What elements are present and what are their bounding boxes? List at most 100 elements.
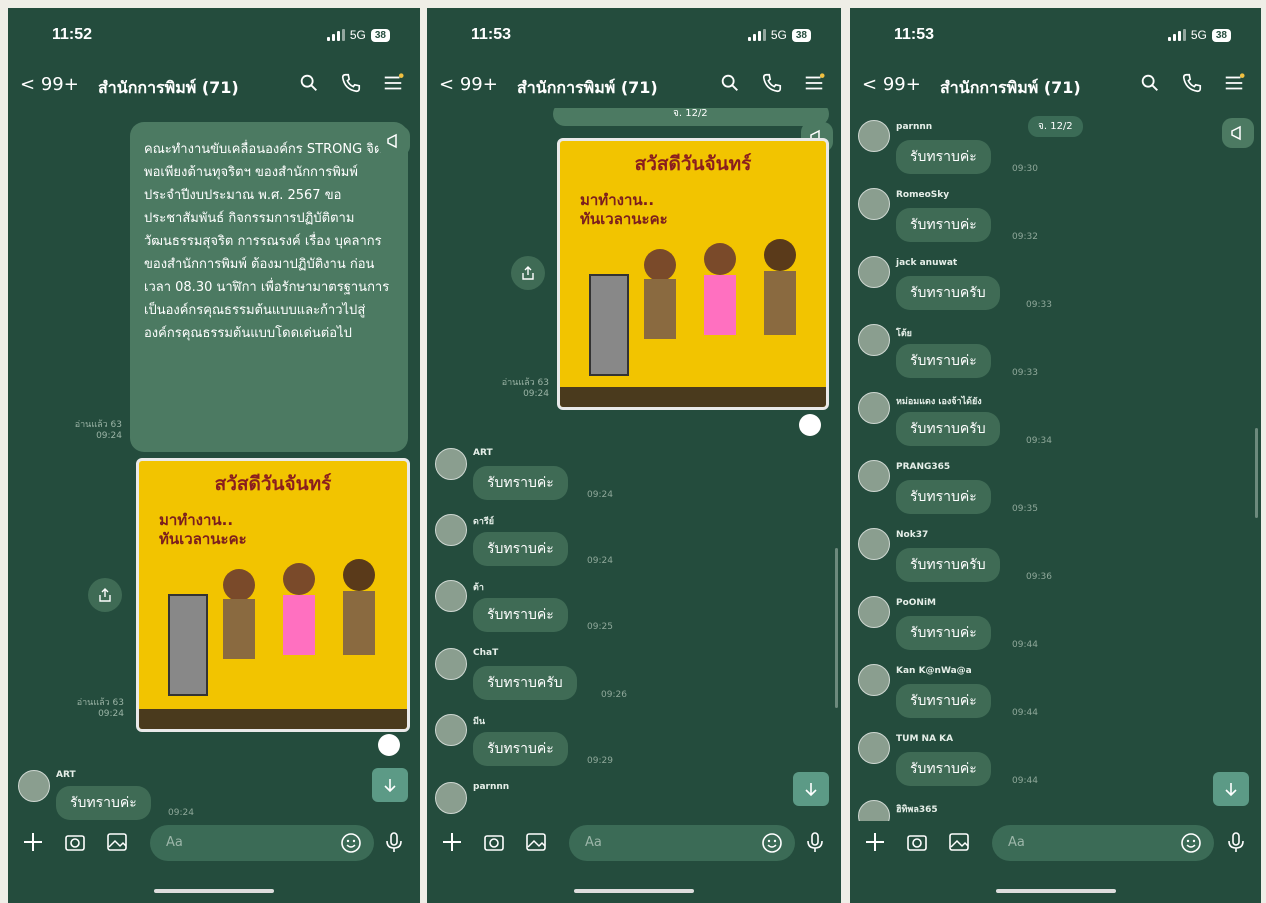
scrollbar[interactable] [835, 548, 838, 708]
message-input[interactable]: Aa [150, 825, 374, 861]
sender-name: Nok37 [896, 530, 929, 540]
message-bubble[interactable]: รับทราบค่ะ [473, 732, 568, 766]
share-icon[interactable] [88, 578, 122, 612]
message-bubble[interactable]: รับทราบครับ [473, 666, 577, 700]
avatar[interactable] [858, 392, 890, 424]
search-icon[interactable] [719, 72, 741, 94]
reaction-icon[interactable] [378, 734, 400, 756]
sender-name: ดารีย์ [473, 517, 495, 527]
back-button[interactable]: < 99+ [862, 74, 921, 95]
emoji-icon[interactable] [1180, 832, 1202, 854]
plus-icon[interactable] [22, 831, 44, 853]
microphone-icon[interactable] [384, 831, 404, 853]
phone-call-icon[interactable] [761, 72, 783, 94]
message-bubble[interactable]: รับทราบครับ [896, 412, 1000, 446]
poster-image[interactable]: สวัสดีวันจันทร์ มาทำงาน.. ทันเวลานะคะ [557, 138, 829, 410]
message-bubble[interactable]: รับทราบค่ะ [896, 480, 991, 514]
avatar[interactable] [858, 188, 890, 220]
avatar[interactable] [18, 770, 50, 802]
menu-icon[interactable] [1223, 72, 1245, 94]
home-indicator [995, 889, 1116, 893]
message-bubble[interactable]: รับทราบค่ะ [896, 344, 991, 378]
sender-name: ART [56, 770, 76, 780]
message-bubble[interactable]: รับทราบค่ะ [896, 140, 991, 174]
unread-count: 99+ [882, 74, 921, 95]
scrollbar[interactable] [1255, 428, 1258, 518]
avatar[interactable] [858, 528, 890, 560]
camera-icon[interactable] [64, 831, 86, 853]
avatar[interactable] [858, 800, 890, 821]
camera-icon[interactable] [483, 831, 505, 853]
microphone-icon[interactable] [805, 831, 825, 853]
image-icon[interactable] [948, 831, 970, 853]
back-button[interactable]: < 99+ [20, 74, 79, 95]
status-time: 11:52 [52, 26, 93, 43]
avatar[interactable] [858, 664, 890, 696]
message-bubble[interactable]: รับทราบครับ [896, 548, 1000, 582]
message-time: 09:24 [587, 556, 613, 566]
phone-call-icon[interactable] [340, 72, 362, 94]
image-icon[interactable] [525, 831, 547, 853]
camera-icon[interactable] [906, 831, 928, 853]
menu-icon[interactable] [803, 72, 825, 94]
search-icon[interactable] [298, 72, 320, 94]
avatar[interactable] [858, 732, 890, 764]
message-bubble[interactable]: รับทราบค่ะ [896, 208, 991, 242]
message-input[interactable]: Aa [992, 825, 1214, 861]
message-time: 09:33 [1012, 368, 1038, 378]
announce-pin-icon[interactable] [378, 126, 410, 156]
chat-area[interactable]: จ. 12/2 สวัสดีวันจันทร์ มาทำงาน.. ทันเวลา… [427, 108, 841, 821]
announcement-bubble[interactable]: คณะทำงานขับเคลื่อนองค์กร STRONG จิตพอเพี… [130, 122, 408, 452]
reaction-icon[interactable] [799, 414, 821, 436]
microphone-icon[interactable] [1226, 831, 1246, 853]
poster-image[interactable]: สวัสดีวันจันทร์ มาทำงาน.. ทันเวลานะคะ [136, 458, 410, 732]
message-bubble[interactable]: รับทราบค่ะ [473, 598, 568, 632]
chat-area[interactable]: จ. 12/2 parnnn รับทราบค่ะ 09:30 RomeoSky… [850, 108, 1261, 821]
announcement-bubble[interactable]: จ. 12/2 [553, 108, 829, 126]
message-time: 09:24 [587, 490, 613, 500]
sender-name: parnnn [473, 782, 510, 792]
message-bubble[interactable]: รับทราบค่ะ [56, 786, 151, 820]
phone-call-icon[interactable] [1181, 72, 1203, 94]
avatar[interactable] [858, 324, 890, 356]
scroll-down-button[interactable] [793, 772, 829, 806]
search-icon[interactable] [1139, 72, 1161, 94]
image-icon[interactable] [106, 831, 128, 853]
avatar[interactable] [858, 596, 890, 628]
scroll-down-button[interactable] [372, 768, 408, 802]
battery-icon: 38 [1211, 28, 1231, 42]
plus-icon[interactable] [441, 831, 463, 853]
avatar[interactable] [858, 256, 890, 288]
avatar[interactable] [435, 648, 467, 680]
unread-count: 99+ [459, 74, 498, 95]
emoji-icon[interactable] [761, 832, 783, 854]
avatar[interactable] [435, 448, 467, 480]
message-bubble[interactable]: รับทราบค่ะ [473, 466, 568, 500]
message-time: 09:25 [587, 622, 613, 632]
status-bar: 11:53 5G 38 [427, 8, 841, 58]
avatar[interactable] [858, 120, 890, 152]
message-bubble[interactable]: รับทราบค่ะ [896, 684, 991, 718]
avatar[interactable] [435, 514, 467, 546]
message-bubble[interactable]: รับทราบค่ะ [896, 616, 991, 650]
avatar[interactable] [858, 460, 890, 492]
message-bubble[interactable]: รับทราบครับ [896, 276, 1000, 310]
share-icon[interactable] [511, 256, 545, 290]
avatar[interactable] [435, 782, 467, 814]
avatar[interactable] [435, 580, 467, 612]
plus-icon[interactable] [864, 831, 886, 853]
announce-pin-icon[interactable] [1222, 118, 1254, 148]
chat-area[interactable]: คณะทำงานขับเคลื่อนองค์กร STRONG จิตพอเพี… [8, 108, 420, 821]
back-button[interactable]: < 99+ [439, 74, 498, 95]
message-input[interactable]: Aa [569, 825, 795, 861]
sender-name: ฮิทิพล365 [896, 805, 938, 815]
read-receipt: อ่านแล้ว 63 09:24 [74, 420, 122, 441]
message-bubble[interactable]: รับทราบค่ะ [896, 752, 991, 786]
sender-name: ต้า [473, 583, 484, 593]
avatar[interactable] [435, 714, 467, 746]
emoji-icon[interactable] [340, 832, 362, 854]
menu-icon[interactable] [382, 72, 404, 94]
scroll-down-button[interactable] [1213, 772, 1249, 806]
sender-name: TUM NA KA [896, 734, 954, 744]
message-bubble[interactable]: รับทราบค่ะ [473, 532, 568, 566]
